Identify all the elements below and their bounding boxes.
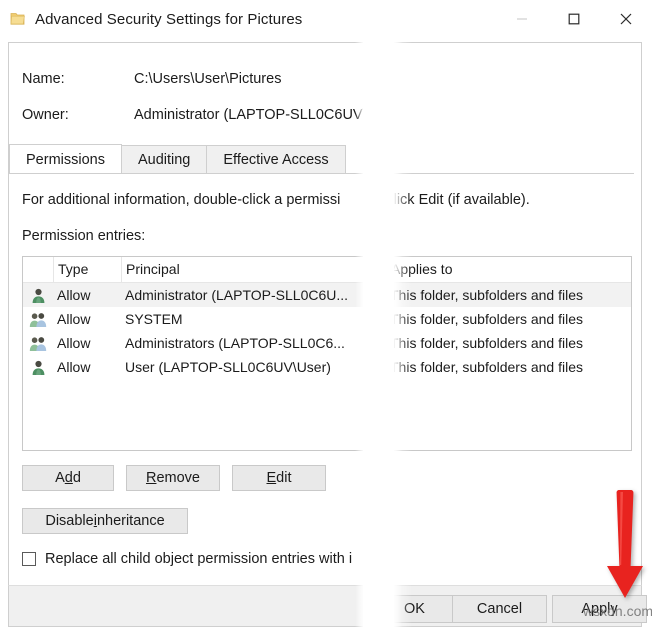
replace-child-permissions-row[interactable]: Replace all child object permission entr… xyxy=(22,551,352,567)
tab-underline xyxy=(9,173,634,174)
edit-button-post: dit xyxy=(276,470,291,486)
table-row[interactable]: Allow Administrator (LAPTOP-SLL0C6U... T… xyxy=(23,283,631,307)
user-icon xyxy=(23,359,53,376)
permission-entries-label: Permission entries: xyxy=(22,228,145,244)
owner-label: Owner: xyxy=(22,107,69,123)
remove-button-post: emove xyxy=(156,470,200,486)
maximize-icon xyxy=(568,13,580,25)
table-row[interactable]: Allow Administrators (LAPTOP-SLL0C6... T… xyxy=(23,331,631,355)
row-principal: Administrators (LAPTOP-SLL0C6... xyxy=(121,331,386,355)
watermark: wsxdn.com xyxy=(583,603,652,619)
user-icon xyxy=(23,287,53,304)
row-applies-to: This folder, subfolders and files xyxy=(386,355,631,379)
list-header-type[interactable]: Type xyxy=(53,257,121,282)
tab-effective-access[interactable]: Effective Access xyxy=(206,145,345,174)
cancel-button[interactable]: Cancel xyxy=(452,595,547,623)
replace-child-permissions-checkbox[interactable] xyxy=(22,552,36,566)
tab-auditing-label: Auditing xyxy=(138,152,190,168)
minimize-icon xyxy=(516,13,528,25)
row-type: Allow xyxy=(53,331,121,355)
window-title: Advanced Security Settings for Pictures xyxy=(35,11,302,28)
disable-button-pre: Disable xyxy=(45,513,93,529)
row-type: Allow xyxy=(53,307,121,331)
row-principal: Administrator (LAPTOP-SLL0C6U... xyxy=(121,283,386,307)
page-background: Advanced Security Settings for Pictures xyxy=(0,0,652,627)
table-row[interactable]: Allow SYSTEM This folder, subfolders and… xyxy=(23,307,631,331)
name-label: Name: xyxy=(22,71,65,87)
row-type: Allow xyxy=(53,283,121,307)
add-button-post: d xyxy=(73,470,81,486)
image-seam-fade xyxy=(390,0,412,627)
list-header-principal[interactable]: Principal xyxy=(121,257,386,282)
row-applies-to: This folder, subfolders and files xyxy=(386,331,631,355)
row-principal: User (LAPTOP-SLL0C6UV\User) xyxy=(121,355,386,379)
disable-button-post: nheritance xyxy=(97,513,165,529)
permission-entries-list[interactable]: Type Principal Applies to Allow Administ… xyxy=(22,256,632,451)
list-header-applies-to[interactable]: Applies to xyxy=(386,257,631,282)
edit-button-accel: E xyxy=(267,470,277,486)
group-icon xyxy=(23,335,53,352)
advanced-security-settings-dialog: Advanced Security Settings for Pictures xyxy=(0,0,652,627)
title-bar: Advanced Security Settings for Pictures xyxy=(0,0,652,38)
tab-strip: Permissions Auditing Effective Access xyxy=(9,144,345,174)
tab-effective-access-label: Effective Access xyxy=(223,152,328,168)
replace-child-permissions-label: Replace all child object permission entr… xyxy=(45,551,352,567)
folder-icon xyxy=(9,10,27,28)
edit-button[interactable]: Edit xyxy=(232,465,326,491)
row-applies-to: This folder, subfolders and files xyxy=(386,283,631,307)
minimize-button[interactable] xyxy=(496,0,548,38)
group-icon xyxy=(23,311,53,328)
add-button-accel: d xyxy=(65,470,73,486)
close-button[interactable] xyxy=(600,0,652,38)
close-icon xyxy=(619,12,633,26)
row-principal: SYSTEM xyxy=(121,307,386,331)
cancel-button-label: Cancel xyxy=(477,601,522,617)
table-row[interactable]: Allow User (LAPTOP-SLL0C6UV\User) This f… xyxy=(23,355,631,379)
tab-permissions[interactable]: Permissions xyxy=(9,144,122,174)
red-down-arrow-icon xyxy=(604,488,646,608)
tab-permissions-label: Permissions xyxy=(26,152,105,168)
owner-value: Administrator (LAPTOP-SLL0C6UV\ xyxy=(134,107,367,123)
permission-description: For additional information, double-click… xyxy=(22,192,530,208)
name-value: C:\Users\User\Pictures xyxy=(134,71,281,87)
maximize-button[interactable] xyxy=(548,0,600,38)
window-controls xyxy=(496,0,652,38)
remove-button[interactable]: Remove xyxy=(126,465,220,491)
remove-button-accel: R xyxy=(146,470,156,486)
row-applies-to: This folder, subfolders and files xyxy=(386,307,631,331)
add-button[interactable]: Add xyxy=(22,465,114,491)
disable-inheritance-button[interactable]: Disable inheritance xyxy=(22,508,188,534)
tab-auditing[interactable]: Auditing xyxy=(121,145,207,174)
row-type: Allow xyxy=(53,355,121,379)
list-header-row: Type Principal Applies to xyxy=(23,257,631,283)
add-button-pre: A xyxy=(55,470,65,486)
permission-description-left: For additional information, double-click… xyxy=(22,192,340,208)
